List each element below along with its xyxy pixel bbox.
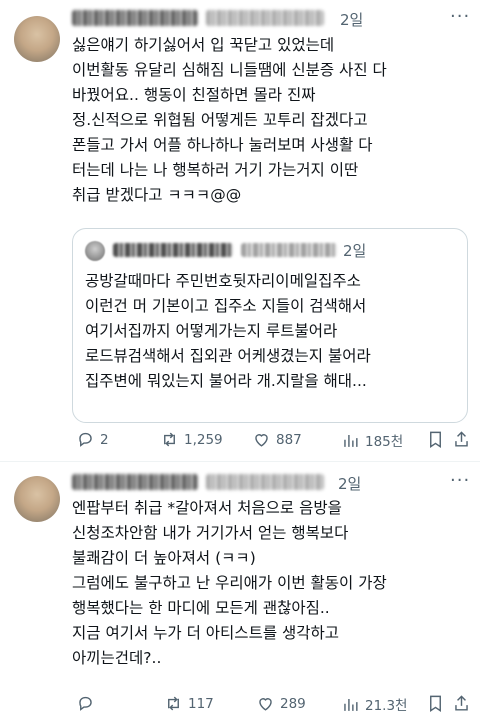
reply-icon	[79, 696, 92, 711]
reply-count: 2	[100, 431, 109, 448]
reply-button[interactable]	[76, 694, 100, 713]
view-count: 21.3천	[365, 698, 408, 714]
bookmark-button[interactable]	[426, 430, 450, 449]
like-count: 887	[276, 431, 302, 448]
author-handle-blurred[interactable]	[206, 474, 324, 490]
bookmark-icon	[430, 431, 441, 448]
like-button[interactable]: 289	[256, 694, 306, 713]
avatar[interactable]	[14, 476, 60, 522]
retweet-button[interactable]: 1,259	[160, 430, 223, 449]
share-button[interactable]	[452, 430, 476, 449]
retweet-icon	[164, 432, 175, 447]
more-horizontal-icon[interactable]: ···	[450, 6, 470, 27]
tweet-timestamp[interactable]: 2일	[340, 9, 363, 30]
share-icon	[455, 431, 468, 447]
views-button[interactable]: 185천	[341, 430, 403, 450]
quoted-avatar	[85, 241, 105, 261]
views-bar-chart-icon	[344, 434, 358, 447]
retweet-button[interactable]: 117	[164, 694, 214, 713]
like-button[interactable]: 887	[252, 430, 302, 449]
quoted-author-name-blurred	[113, 243, 233, 257]
quoted-tweet[interactable]: 2일 공방갈때마다 주민번호뒷자리이메일집주소 이런건 머 기본이고 집주소 지…	[72, 228, 468, 423]
heart-icon	[255, 434, 268, 447]
avatar[interactable]	[14, 16, 60, 62]
retweet-count: 117	[188, 695, 214, 712]
quoted-author-handle-blurred	[241, 243, 337, 257]
author-name-blurred[interactable]	[72, 10, 198, 26]
author-name-blurred[interactable]	[72, 474, 198, 490]
bookmark-button[interactable]	[426, 694, 450, 713]
tweet-2[interactable]: 2일 ··· 엔팝부터 취급 *갈아져서 처음으로 음방을 신청조차안함 내가 …	[0, 462, 480, 728]
more-horizontal-icon[interactable]: ···	[450, 470, 470, 491]
retweet-icon	[168, 696, 179, 711]
view-count: 185천	[365, 434, 404, 450]
quoted-timestamp: 2일	[343, 242, 367, 260]
bookmark-icon	[430, 695, 441, 712]
reply-icon	[79, 432, 92, 447]
retweet-count: 1,259	[184, 431, 223, 448]
tweet-timestamp[interactable]: 2일	[338, 473, 361, 494]
tweet-1[interactable]: 2일 ··· 싫은얘기 하기싫어서 입 꾹닫고 있었는데 이번활동 유달리 심해…	[0, 0, 480, 462]
author-handle-blurred[interactable]	[206, 10, 324, 26]
tweet-text: 엔팝부터 취급 *갈아져서 처음으로 음방을 신청조차안함 내가 거기가서 얻는…	[72, 499, 387, 667]
quoted-text: 공방갈때마다 주민번호뒷자리이메일집주소 이런건 머 기본이고 집주소 지들이 …	[85, 272, 371, 390]
views-bar-chart-icon	[344, 698, 358, 711]
views-button[interactable]: 21.3천	[341, 694, 407, 714]
share-icon	[455, 695, 468, 711]
tweet-actions: 2 1,259 887 185천	[0, 430, 480, 454]
tweet-actions: 117 289 21.3천	[0, 694, 480, 718]
reply-button[interactable]: 2	[76, 430, 109, 449]
tweet-text: 싫은얘기 하기싫어서 입 꾹닫고 있었는데 이번활동 유달리 심해짐 니들땜에 …	[72, 36, 387, 204]
share-button[interactable]	[452, 694, 476, 713]
heart-icon	[259, 698, 272, 711]
like-count: 289	[280, 695, 306, 712]
